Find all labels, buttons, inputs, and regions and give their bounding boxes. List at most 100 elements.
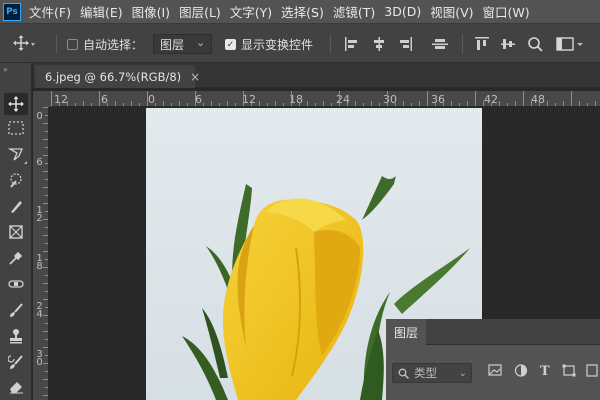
document-tab-bar: 6.jpeg @ 66.7%(RGB/8) × [33,63,600,88]
ruler-tick [267,103,268,106]
move-tool[interactable] [4,93,28,115]
ruler-tick [547,101,548,106]
ruler-tick [235,103,236,106]
lasso-icon [8,148,23,161]
brush-tool[interactable] [4,299,28,321]
ruler-tick [315,103,316,106]
ruler-tick [331,103,332,106]
separator [462,34,463,54]
type-filter-icon[interactable]: T [540,364,550,379]
document-title: 6.jpeg @ 66.7%(RGB/8) [45,69,182,84]
healing-brush-tool[interactable] [4,273,28,295]
menu-filter[interactable]: 滤镜(T) [333,2,375,21]
show-transform-checkbox[interactable]: ✓ [225,38,236,50]
collapse-toolbox-icon[interactable]: » [3,65,8,74]
menu-3d[interactable]: 3D(D) [384,4,421,19]
vertical-ruler[interactable]: 0 6 12 18 24 30 [33,107,49,400]
ruler-label: 0 [36,111,43,122]
ruler-tick [43,299,48,300]
menu-type[interactable]: 文字(Y) [230,2,272,21]
auto-select-checkbox[interactable] [67,38,78,50]
eyedropper-icon [9,251,23,265]
menu-view[interactable]: 视图(V) [430,2,473,21]
ruler-tick [563,101,564,106]
ruler-tick [395,103,396,106]
ruler-label: 48 [531,93,545,106]
clone-stamp-tool[interactable] [4,325,28,347]
ruler-tick [515,101,516,106]
ruler-tick [43,331,48,332]
image-filter-icon[interactable] [488,364,502,381]
tab-layers[interactable]: 图层 [386,319,426,345]
crop-tool[interactable] [4,195,28,217]
ruler-label: 12 [36,205,43,224]
align-top-edges-button[interactable] [474,24,490,64]
ruler-tick [451,101,452,106]
align-horizontal-centers-button[interactable] [371,24,387,64]
menu-window[interactable]: 窗口(W) [483,2,530,21]
ruler-label: 12 [54,93,68,106]
ruler-tick [43,123,48,124]
history-brush-icon [8,355,23,369]
stamp-icon [10,329,22,344]
menu-file[interactable]: 文件(F) [29,2,71,21]
ruler-tick [45,163,48,164]
ruler-tick [43,395,48,396]
history-brush-tool[interactable] [4,351,28,373]
align-top-icon [475,37,489,50]
move-tool-preset[interactable] [13,24,35,64]
ruler-tick [491,103,492,106]
ruler-tick [387,91,388,106]
align-vertical-centers-button[interactable] [431,24,449,64]
ruler-tick [45,371,48,372]
ruler-tick [219,103,220,106]
search-button[interactable] [527,24,543,64]
adjustment-filter-icon[interactable] [514,364,528,381]
close-icon[interactable]: × [190,70,200,84]
frame-tool[interactable] [4,221,28,243]
auto-select-target-dropdown[interactable]: 图层 ⌄ [153,34,213,54]
ruler-tick [43,347,48,348]
ruler-tick [475,91,476,106]
menu-image[interactable]: 图像(I) [132,2,170,21]
eyedropper-tool[interactable] [4,247,28,269]
brush-icon [10,303,23,317]
ruler-tick [203,103,204,106]
layers-panel-header: 图层 [386,319,600,345]
ruler-tick [45,259,48,260]
menu-edit[interactable]: 编辑(E) [80,2,123,21]
ruler-tick [43,379,48,380]
move-icon [13,35,35,51]
distribute-button[interactable] [500,24,516,64]
smart-object-filter-icon[interactable] [586,364,598,381]
ruler-tick [555,103,556,106]
ruler-tick [323,101,324,106]
marquee-tool[interactable] [4,117,28,139]
horizontal-ruler[interactable]: 12 6 0 6 12 18 24 30 36 42 48 [51,91,600,107]
quick-select-tool[interactable] [4,169,28,191]
layer-filter-dropdown[interactable]: 类型 ⌄ [392,363,472,383]
ruler-tick [291,91,292,106]
ruler-tick [155,103,156,106]
document-tab[interactable]: 6.jpeg @ 66.7%(RGB/8) × [35,65,200,88]
ruler-tick [45,323,48,324]
quick-select-icon [10,173,22,188]
ruler-tick [443,103,444,106]
ruler-tick [355,101,356,106]
align-left-edges-button[interactable] [344,24,360,64]
ruler-tick [45,211,48,212]
workspace-button[interactable] [556,24,584,64]
ruler-tick [123,103,124,106]
menu-select[interactable]: 选择(S) [281,2,324,21]
marquee-icon [8,121,24,135]
menu-layer[interactable]: 图层(L) [179,2,221,21]
shape-filter-icon[interactable] [562,364,576,381]
align-right-edges-button[interactable] [397,24,413,64]
eraser-tool[interactable] [4,375,28,397]
lasso-tool[interactable] [4,143,28,165]
ruler-label: 6 [36,157,43,168]
ruler-tick [67,101,68,106]
ruler-label: 18 [36,253,43,272]
chevron-down-icon: ⌄ [196,35,206,49]
ruler-tick [99,91,100,106]
